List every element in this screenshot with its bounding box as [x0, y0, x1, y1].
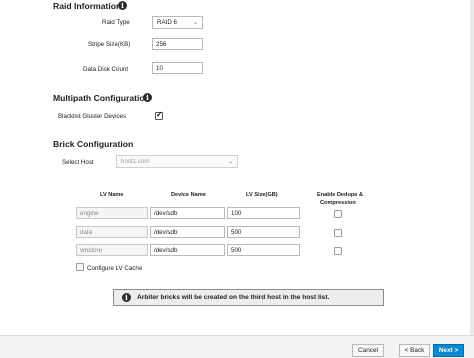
dedupe-checkbox[interactable] [334, 247, 342, 255]
lv-name-input[interactable]: vmstore [76, 244, 148, 256]
column-header-lv-size: LV Size(GB) [246, 192, 278, 198]
raid-section-title: Raid Information [53, 1, 122, 11]
configure-lv-cache-label: Configure LV Cache [87, 265, 143, 272]
select-host-label: Select Host [62, 159, 94, 166]
select-host-dropdown[interactable]: host1.com ⌄ [116, 155, 238, 168]
back-button[interactable]: < Back [399, 344, 430, 357]
device-name-input[interactable]: /dev/sdb [150, 244, 225, 256]
scrollbar[interactable] [470, 0, 474, 335]
info-icon: i [122, 293, 131, 302]
lv-size-input[interactable]: 500 [227, 226, 300, 238]
lv-name-input[interactable]: data [76, 226, 148, 238]
configure-lv-cache-checkbox[interactable] [76, 263, 84, 271]
stripe-size-input[interactable]: 256 [152, 38, 203, 50]
check-icon: ✓ [156, 110, 163, 119]
select-host-value: host1.com [121, 158, 150, 165]
lv-size-input[interactable]: 500 [227, 244, 300, 256]
column-header-dedupe-line2: Compression [320, 200, 356, 206]
brick-section-title: Brick Configuration [53, 139, 134, 149]
raid-type-value: RAID 6 [157, 19, 177, 26]
raid-type-select[interactable]: RAID 6 ⌄ [152, 16, 203, 29]
blacklist-checkbox[interactable]: ✓ [155, 110, 163, 120]
stripe-size-label: Stripe Size(KB) [88, 41, 131, 48]
device-name-input[interactable]: /dev/sdb [150, 207, 225, 219]
chevron-down-icon: ⌄ [192, 20, 198, 26]
multipath-section-title: Multipath Configuration [53, 93, 150, 103]
column-header-device-name: Device Name [171, 192, 206, 198]
cancel-button[interactable]: Cancel [352, 344, 384, 357]
next-button[interactable]: Next > [433, 344, 464, 357]
info-icon[interactable]: i [143, 93, 152, 102]
dedupe-checkbox[interactable] [334, 229, 342, 237]
column-header-lv-name: LV Name [100, 192, 124, 198]
blacklist-label: Blacklist Gluster Devices [58, 113, 127, 120]
arbiter-info-alert: i Arbiter bricks will be created on the … [113, 289, 384, 306]
wizard-footer: Cancel < Back Next > [0, 335, 474, 358]
alert-text: Arbiter bricks will be created on the th… [137, 294, 330, 301]
info-icon[interactable]: i [118, 1, 127, 10]
lv-name-input[interactable]: engine [76, 207, 148, 219]
device-name-input[interactable]: /dev/sdb [150, 226, 225, 238]
raid-type-label: Raid Type [102, 19, 130, 26]
chevron-down-icon: ⌄ [227, 159, 233, 165]
data-disk-count-label: Data Disk Count [83, 66, 129, 73]
lv-size-input[interactable]: 100 [227, 207, 300, 219]
dedupe-checkbox[interactable] [334, 210, 342, 218]
data-disk-count-input[interactable]: 10 [152, 62, 203, 74]
column-header-dedupe-line1: Enable Dedupe & [317, 192, 364, 198]
